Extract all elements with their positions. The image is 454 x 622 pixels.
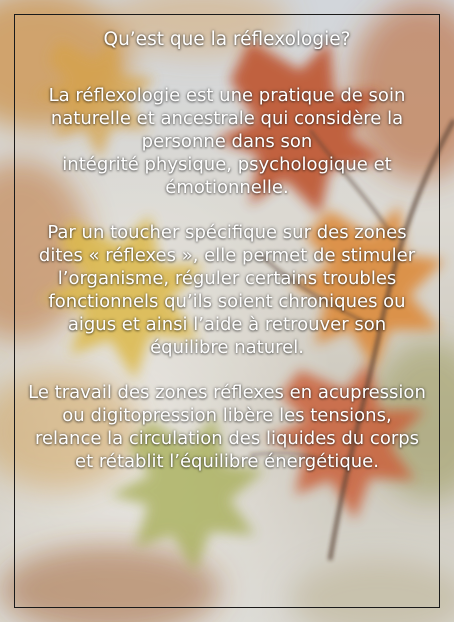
text-line: l’organisme, réguler certains troubles [57,268,397,289]
text-line: Par un toucher spécifique sur des zones [47,222,407,243]
text-line: et rétablit l’équilibre énergétique. [75,451,379,472]
text-line: ou digitopression libère les tensions, [62,405,392,426]
text-line: personne dans son [141,131,313,152]
page-title: Qu’est que la réflexologie? [103,29,351,50]
poster: Qu’est que la réflexologie? La réflexolo… [0,0,454,622]
text-line: intégrité physique, psychologique et [62,154,392,175]
text-line: aigus et ainsi l’aide à retrouver son [67,314,387,335]
paragraph-benefits: Le travail des zones réflexes en acupres… [18,381,436,473]
text-line: Le travail des zones réflexes en acupres… [28,382,426,403]
text-line: La réflexologie est une pratique de soin [48,85,406,106]
text-line: émotionnelle. [165,177,289,198]
text-line: dites « réflexes », elle permet de stimu… [38,245,416,266]
paragraph-method: Par un toucher spécifique sur des zones … [18,221,436,359]
paragraph-definition: La réflexologie est une pratique de soin… [18,84,436,199]
text-line: équilibre naturel. [150,337,304,358]
text-line: naturelle et ancestrale qui considère la [50,108,404,129]
text-line: fonctionnels qu’ils soient chroniques ou [48,291,406,312]
text-line: relance la circulation des liquides du c… [34,428,420,449]
text-content: Qu’est que la réflexologie? La réflexolo… [18,18,436,473]
